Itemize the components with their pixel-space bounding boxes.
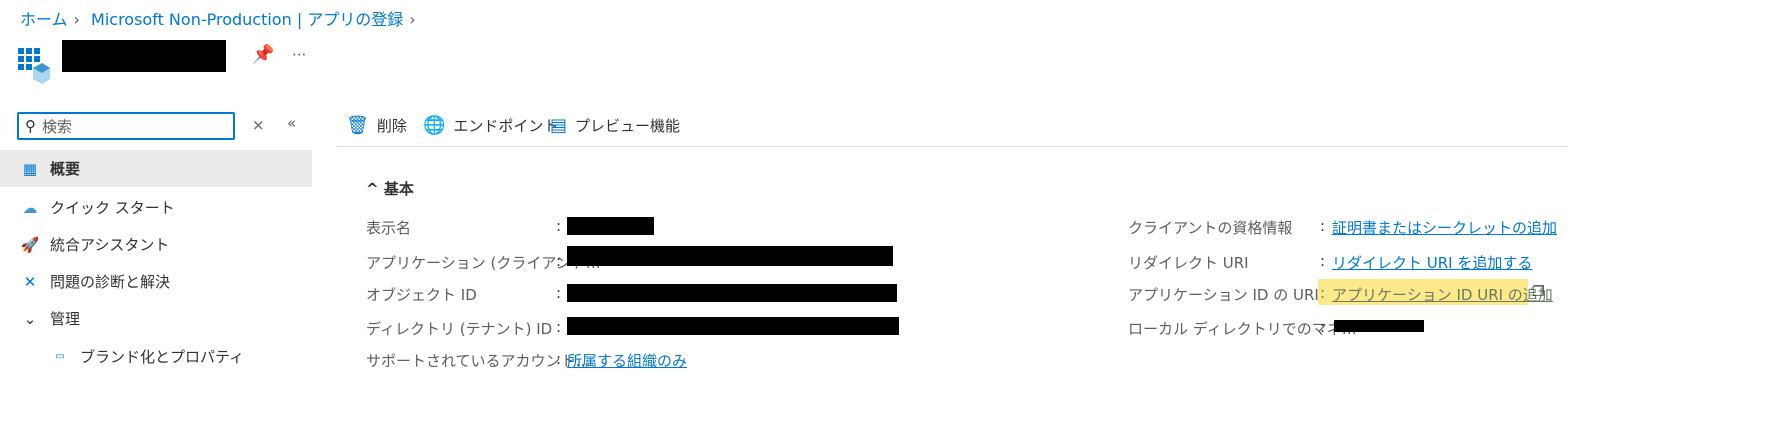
add-app-id-uri-link[interactable]: アプリケーション ID URI の追加	[1332, 284, 1553, 305]
sidebar-item-branding[interactable]: ▭ ブランド化とプロパティ	[0, 338, 312, 375]
sidebar-item-diagnose[interactable]: ✕ 問題の診断と解決	[0, 263, 312, 300]
preview-features-button[interactable]: ▤ プレビュー機能	[550, 115, 680, 136]
www-icon: ▭	[55, 351, 65, 362]
redacted-local-directory	[1334, 320, 1424, 332]
supported-accounts-link[interactable]: 所属する組織のみ	[567, 350, 687, 371]
preview-icon: ▤	[550, 115, 568, 136]
rocket-icon: 🚀	[20, 235, 40, 254]
label-display-name: 表示名	[366, 219, 412, 237]
wrench-icon: ✕	[23, 272, 37, 291]
redacted-tenant-id	[567, 317, 899, 335]
divider	[337, 146, 1567, 147]
label-client-credentials: クライアントの資格情報	[1128, 219, 1293, 237]
delete-button[interactable]: 🗑 削除	[346, 115, 407, 136]
redacted-app-name	[62, 40, 226, 72]
pin-icon[interactable]: 📌	[252, 44, 274, 65]
app-grid-icon: ▦	[22, 159, 38, 178]
collapse-sidebar-button[interactable]: «	[287, 114, 296, 132]
breadcrumb: ホーム › Microsoft Non-Production | アプリの登録 ›	[20, 10, 416, 29]
breadcrumb-app-registrations[interactable]: Microsoft Non-Production | アプリの登録	[91, 10, 403, 29]
clear-filter-button[interactable]: ⨯	[252, 116, 265, 134]
add-redirect-uri-link[interactable]: リダイレクト URI を追加する	[1332, 252, 1532, 273]
chevron-up-icon: ^	[366, 180, 379, 198]
redacted-object-id	[567, 284, 897, 302]
label-object-id: オブジェクト ID	[366, 286, 477, 304]
label-tenant-id: ディレクトリ (テナント) ID	[366, 320, 553, 338]
sidebar-item-quickstart[interactable]: ☁ クイック スタート	[0, 189, 312, 226]
redacted-display-name	[567, 217, 654, 235]
more-button[interactable]: ···	[292, 46, 306, 64]
label-redirect-uri: リダイレクト URI	[1128, 254, 1249, 272]
label-app-id-uri: アプリケーション ID の URI	[1128, 286, 1319, 304]
cloud-icon: ☁	[22, 198, 38, 217]
sidebar-item-overview[interactable]: ▦ 概要	[0, 150, 312, 187]
sidebar-item-integration-assistant[interactable]: 🚀 統合アシスタント	[0, 226, 312, 263]
copy-icon[interactable]: ❐	[1532, 284, 1545, 300]
app-registration-icon	[18, 48, 50, 84]
label-client-id: アプリケーション (クライアント…	[366, 254, 601, 272]
search-icon: ⚲	[25, 117, 36, 135]
breadcrumb-home[interactable]: ホーム	[20, 10, 68, 29]
search-input[interactable]: ⚲ 検索	[17, 112, 235, 140]
trash-icon: 🗑	[346, 115, 369, 136]
essentials-toggle[interactable]: ^ 基本	[366, 178, 414, 199]
globe-icon: 🌐	[423, 115, 446, 136]
add-credentials-link[interactable]: 証明書またはシークレットの追加	[1332, 217, 1557, 238]
chevron-down-icon: ⌄	[23, 309, 37, 328]
redacted-client-id	[567, 246, 893, 266]
endpoints-button[interactable]: 🌐 エンドポイント	[423, 115, 558, 136]
sidebar-group-manage[interactable]: ⌄ 管理	[0, 300, 312, 337]
